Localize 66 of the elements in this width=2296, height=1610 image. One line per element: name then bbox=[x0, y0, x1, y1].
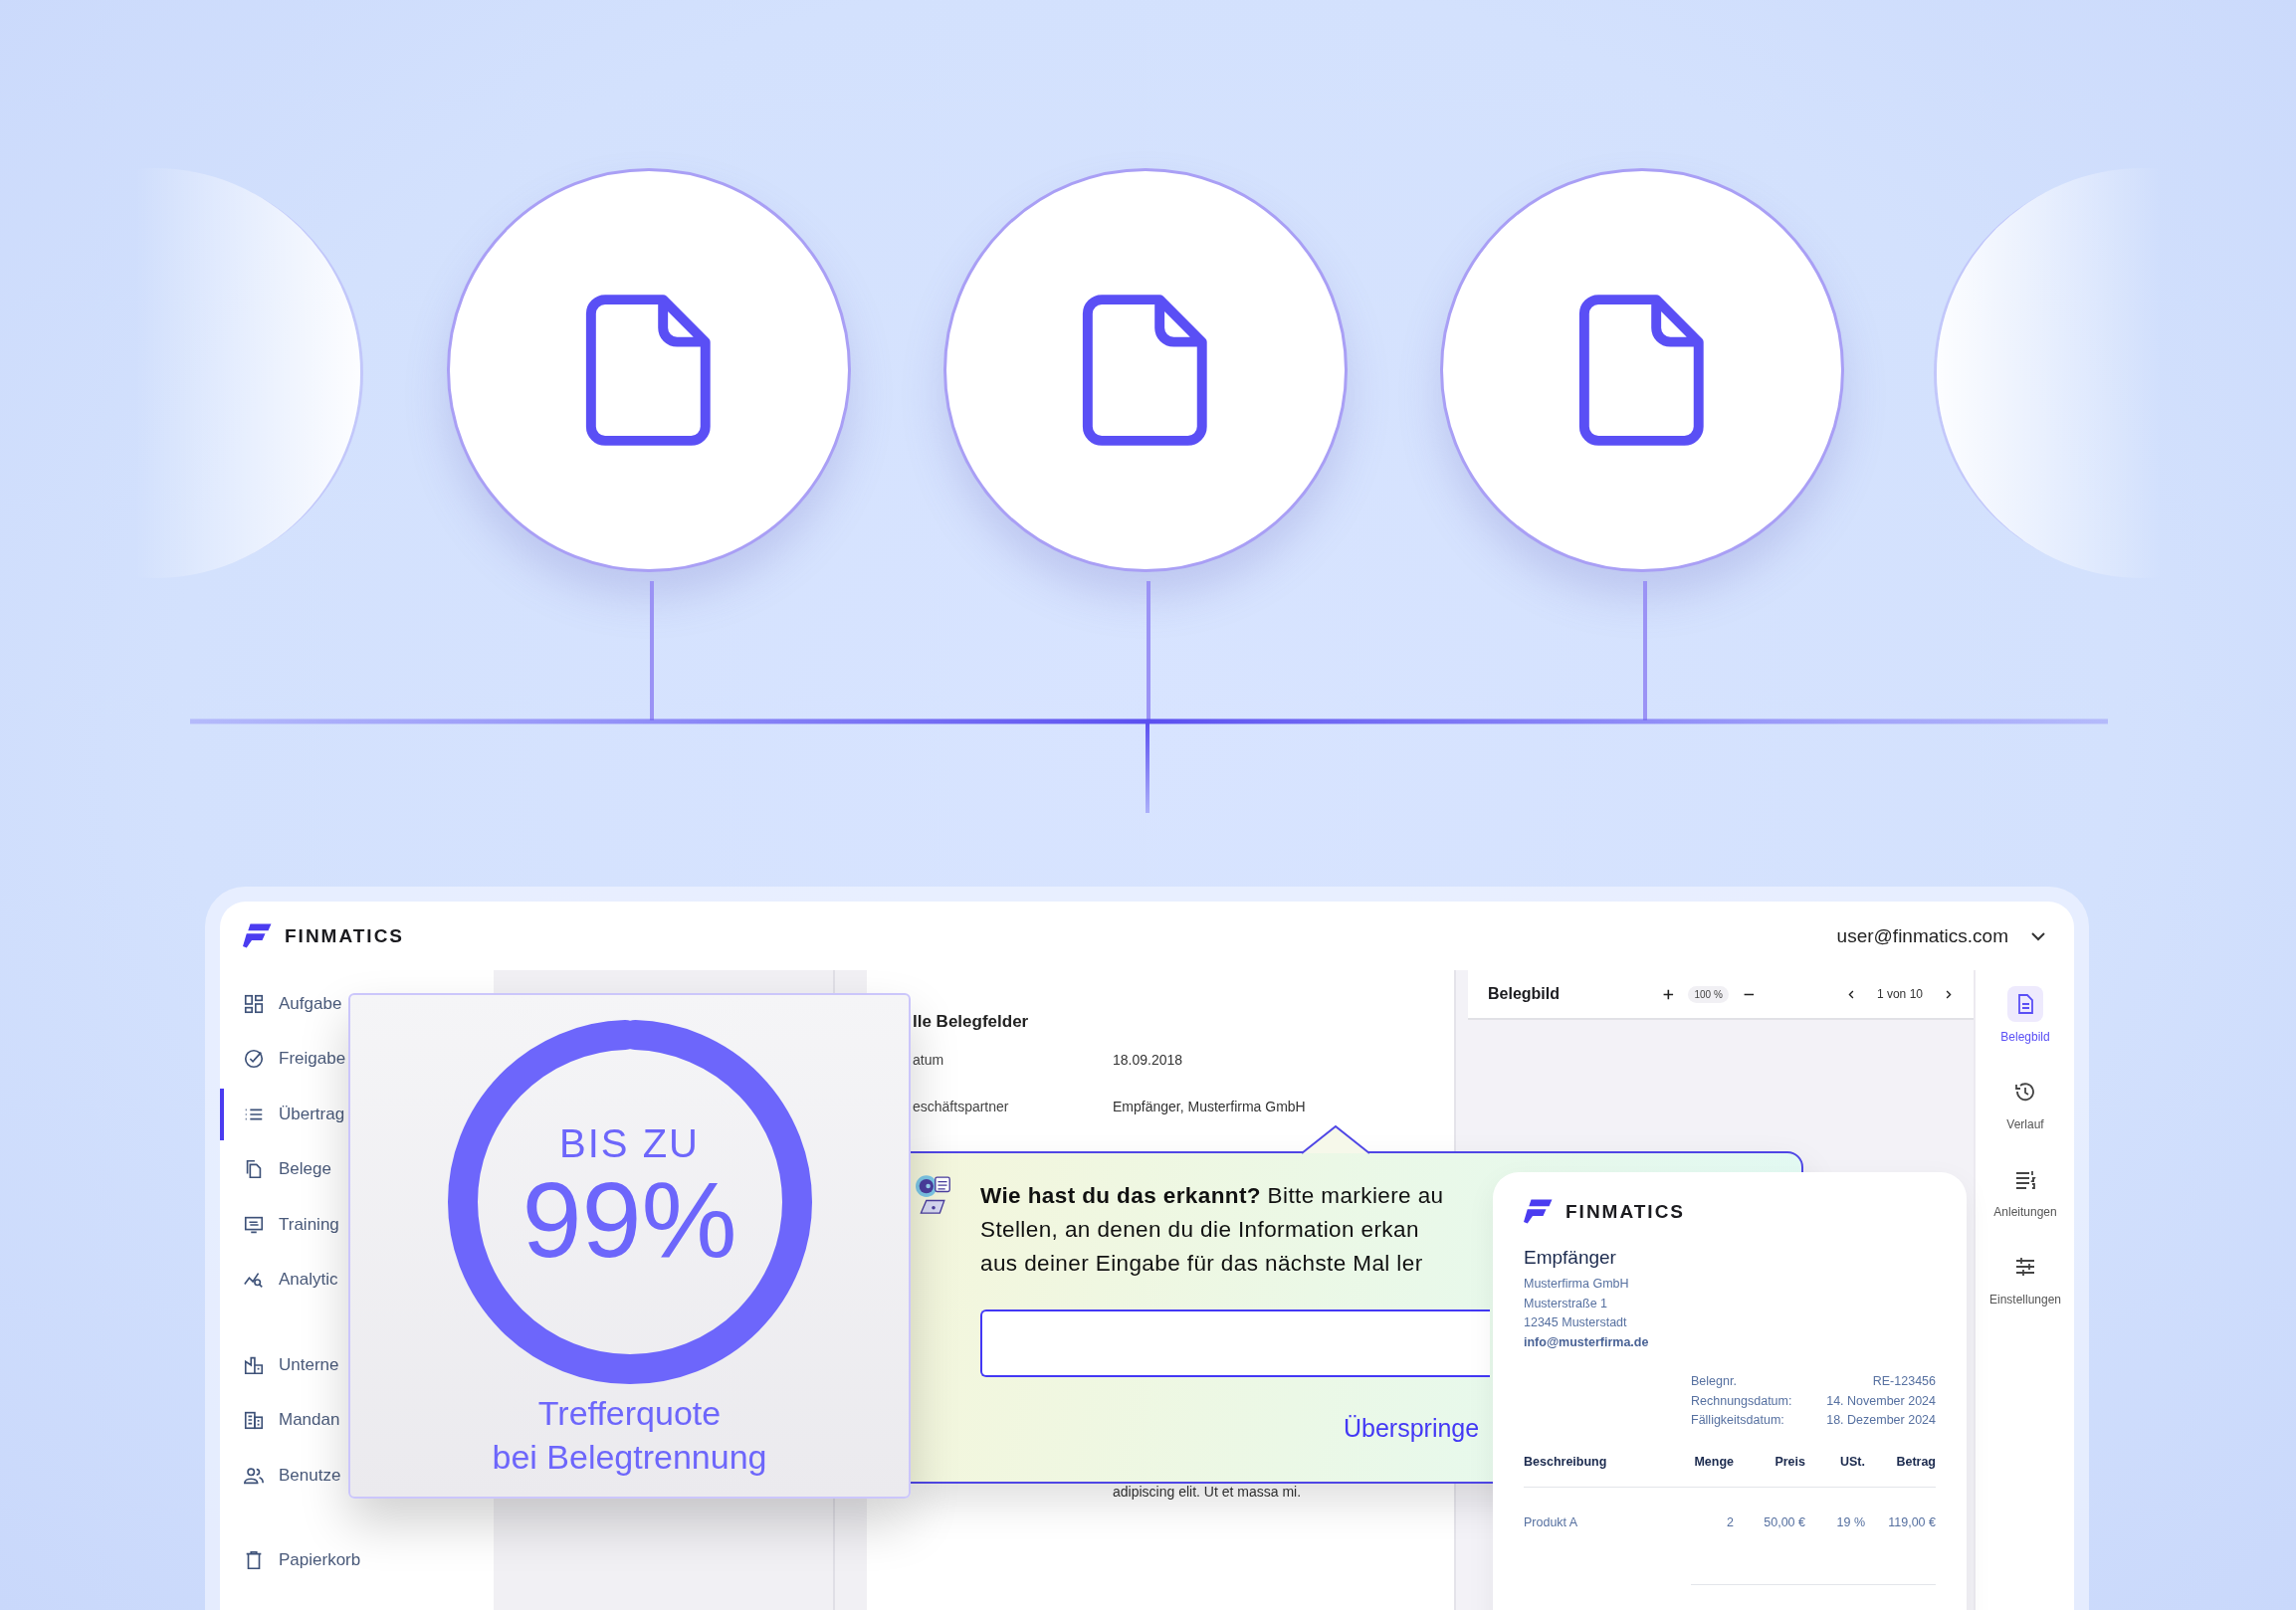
rail-tab[interactable]: Einstellungen bbox=[1988, 1249, 2062, 1307]
table-cell-text: 19 % bbox=[1835, 1514, 1865, 1529]
column-header: Preis bbox=[1774, 1454, 1805, 1469]
sidebar-item[interactable]: Freigabe bbox=[220, 1031, 346, 1087]
field-label: eschäftspartner bbox=[913, 1099, 1010, 1116]
address-line: Musterstraße 1 bbox=[1524, 1295, 1609, 1312]
logo-icon bbox=[243, 922, 273, 949]
address-line: Musterfirma GmbH bbox=[1524, 1276, 1630, 1293]
prompt-text: aus deiner Eingabe für das nächste Mal ler bbox=[980, 1250, 1424, 1278]
field-value: Empfänger, Musterfirma GmbH bbox=[1113, 1099, 1306, 1116]
zoom-level: 100 % bbox=[1688, 985, 1729, 1003]
rail-tab[interactable]: Belegbild bbox=[2000, 986, 2050, 1044]
meta-value: 14. November 2024 bbox=[1826, 1392, 1936, 1410]
meta-label: Fälligkeitsdatum: bbox=[1691, 1412, 1784, 1429]
chevron-down-icon bbox=[2030, 930, 2046, 941]
stat-value: 99% bbox=[522, 1165, 737, 1274]
section-title: lle Belegfelder bbox=[913, 1012, 1030, 1032]
sidebar-item[interactable]: Belege bbox=[220, 1141, 331, 1197]
recipient-heading: Empfänger bbox=[1524, 1247, 1617, 1269]
column-header: Betrag bbox=[1895, 1454, 1936, 1469]
sidebar-item[interactable]: Benutze bbox=[220, 1448, 341, 1504]
sidebar-item[interactable]: Mandan bbox=[220, 1392, 340, 1448]
brand-name: FINMATICS bbox=[1565, 1200, 1686, 1223]
viewer-title: Belegbild bbox=[1488, 985, 1561, 1003]
approvals-icon bbox=[243, 1048, 265, 1071]
stat-label: BIS ZU bbox=[559, 1120, 700, 1166]
sidebar-item[interactable]: Unterne bbox=[220, 1337, 339, 1393]
input-field[interactable] bbox=[980, 1309, 1490, 1377]
column-header: Beschreibung bbox=[1524, 1454, 1608, 1469]
sidebar-item[interactable]: Aufgabe bbox=[220, 976, 342, 1032]
document-icon bbox=[1578, 293, 1706, 448]
page-indicator: 1 von 10 bbox=[1876, 987, 1923, 1001]
tasks-icon bbox=[243, 992, 265, 1015]
sidebar-item[interactable]: Übertrag bbox=[220, 1087, 345, 1142]
meta-label: Belegnr. bbox=[1691, 1373, 1737, 1390]
table-cell-text: Produkt A bbox=[1524, 1514, 1579, 1529]
logo-icon bbox=[1524, 1198, 1554, 1225]
table-cell-text: 119,00 € bbox=[1887, 1514, 1936, 1529]
prompt-text: Wie hast du das erkannt? Bitte markiere au bbox=[980, 1182, 1444, 1210]
column-header: Menge bbox=[1693, 1454, 1734, 1469]
stat-caption: bei Belegtrennung bbox=[492, 1437, 767, 1478]
user-menu[interactable]: user@finmatics.com bbox=[1836, 924, 2046, 947]
skip-button[interactable]: Überspringe bbox=[1344, 1414, 1480, 1443]
brand-name: FINMATICS bbox=[285, 924, 405, 947]
clients-icon bbox=[243, 1409, 265, 1432]
field-label: atum bbox=[913, 1052, 945, 1070]
field-value: 18.09.2018 bbox=[1113, 1052, 1183, 1070]
table-cell-text: 50,00 € bbox=[1763, 1514, 1805, 1529]
prompt-text: Stellen, an denen du die Information erkan bbox=[980, 1216, 1420, 1244]
meta-value: 18. Dezember 2024 bbox=[1826, 1412, 1936, 1429]
meta-value: RE-123456 bbox=[1872, 1373, 1936, 1390]
sidebar-item[interactable]: Papierkorb bbox=[220, 1532, 361, 1588]
document-icon bbox=[2007, 986, 2043, 1022]
sidebar-item[interactable]: Training bbox=[220, 1197, 339, 1253]
document-icon bbox=[1082, 293, 1209, 448]
rail-tab[interactable]: Verlauf bbox=[2006, 1074, 2044, 1131]
meta-label: Rechnungsdatum: bbox=[1691, 1392, 1792, 1410]
column-header: USt. bbox=[1839, 1454, 1865, 1469]
email-text: info@musterfirma.de bbox=[1524, 1333, 1650, 1351]
field-value: adipiscing elit. Ut et massa mi. bbox=[1113, 1484, 1303, 1500]
stat-caption: Trefferquote bbox=[537, 1393, 722, 1434]
document-icon bbox=[585, 293, 713, 448]
table-cell-text: 2 bbox=[1726, 1514, 1734, 1529]
address-line: 12345 Musterstadt bbox=[1524, 1314, 1628, 1331]
rail-tab[interactable]: Anleitungen bbox=[1993, 1161, 2057, 1219]
sidebar-item[interactable]: Analytic bbox=[220, 1252, 338, 1308]
